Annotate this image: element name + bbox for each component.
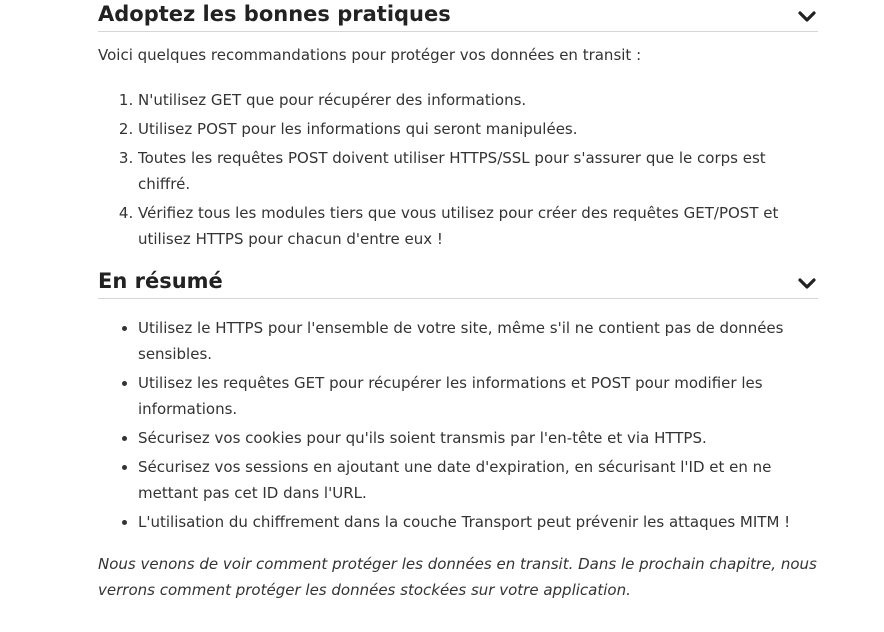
list-item: Utilisez POST pour les informations qui … — [138, 116, 818, 142]
list-item: Sécurisez vos cookies pour qu'ils soient… — [138, 425, 818, 451]
list-item: Utilisez le HTTPS pour l'ensemble de vot… — [138, 315, 818, 367]
section-best-practices: Adoptez les bonnes pratiques Voici quelq… — [98, 0, 818, 252]
list-item: Utilisez les requêtes GET pour récupérer… — [138, 370, 818, 422]
section-header-best-practices[interactable]: Adoptez les bonnes pratiques — [98, 0, 818, 32]
article-content: Adoptez les bonnes pratiques Voici quelq… — [98, 0, 818, 603]
section-intro: Voici quelques recommandations pour prot… — [98, 46, 642, 64]
list-item: Sécurisez vos sessions en ajoutant une d… — [138, 454, 818, 506]
summary-list: Utilisez le HTTPS pour l'ensemble de vot… — [98, 315, 818, 535]
closing-paragraph: Nous venons de voir comment protéger les… — [98, 555, 817, 599]
list-item: Toutes les requêtes POST doivent utilise… — [138, 145, 818, 197]
chevron-down-icon[interactable] — [796, 274, 818, 294]
list-item: N'utilisez GET que pour récupérer des in… — [138, 87, 818, 113]
section-header-summary[interactable]: En résumé — [98, 267, 818, 299]
section-summary: En résumé Utilisez le HTTPS pour l'ensem… — [98, 267, 818, 535]
section-title-summary: En résumé — [98, 269, 223, 293]
chevron-down-icon[interactable] — [796, 7, 818, 27]
recommendations-list: N'utilisez GET que pour récupérer des in… — [98, 87, 818, 252]
list-item: L'utilisation du chiffrement dans la cou… — [138, 509, 818, 535]
list-item: Vérifiez tous les modules tiers que vous… — [138, 200, 818, 252]
section-title-best-practices: Adoptez les bonnes pratiques — [98, 2, 451, 26]
